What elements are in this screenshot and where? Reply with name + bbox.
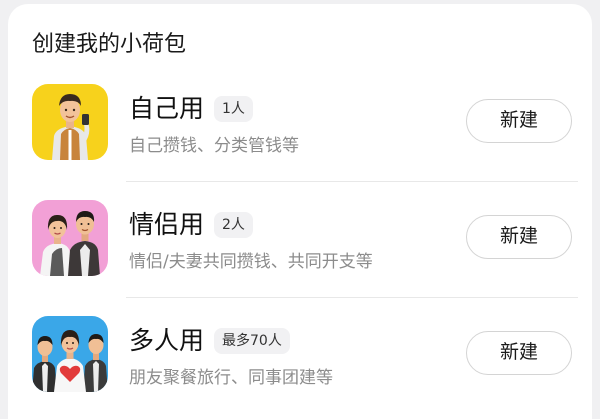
option-row-self[interactable]: 自己用 1人 自己攒钱、分类管钱等 新建 (8, 68, 592, 184)
option-label-line: 多人用 最多70人 (129, 324, 290, 358)
option-description: 自己攒钱、分类管钱等 (129, 136, 299, 156)
divider (126, 181, 578, 182)
card-title: 创建我的小荷包 (32, 32, 187, 57)
single-person-avatar-icon (32, 84, 108, 160)
create-wallet-card: 创建我的小荷包 自己用 1人 自己攒钱、分类管钱等 新建 情侣用 2人 情侣/夫… (8, 4, 592, 419)
option-description: 情侣/夫妻共同攒钱、共同开支等 (129, 252, 373, 272)
option-label-line: 情侣用 2人 (129, 208, 253, 242)
group-avatar-icon (32, 316, 108, 392)
member-count-badge: 最多70人 (214, 328, 290, 354)
divider (126, 297, 578, 298)
option-label: 多人用 (129, 326, 205, 355)
couple-avatar-icon (32, 200, 108, 276)
member-count-badge: 2人 (214, 212, 253, 238)
option-label: 情侣用 (129, 210, 205, 239)
new-couple-wallet-button[interactable]: 新建 (466, 215, 572, 259)
option-row-group[interactable]: 多人用 最多70人 朋友聚餐旅行、同事团建等 新建 (8, 300, 592, 416)
option-label: 自己用 (129, 94, 205, 123)
new-group-wallet-button[interactable]: 新建 (466, 331, 572, 375)
member-count-badge: 1人 (214, 96, 253, 122)
option-row-couple[interactable]: 情侣用 2人 情侣/夫妻共同攒钱、共同开支等 新建 (8, 184, 592, 300)
new-self-wallet-button[interactable]: 新建 (466, 99, 572, 143)
option-description: 朋友聚餐旅行、同事团建等 (129, 368, 333, 388)
option-label-line: 自己用 1人 (129, 92, 253, 126)
